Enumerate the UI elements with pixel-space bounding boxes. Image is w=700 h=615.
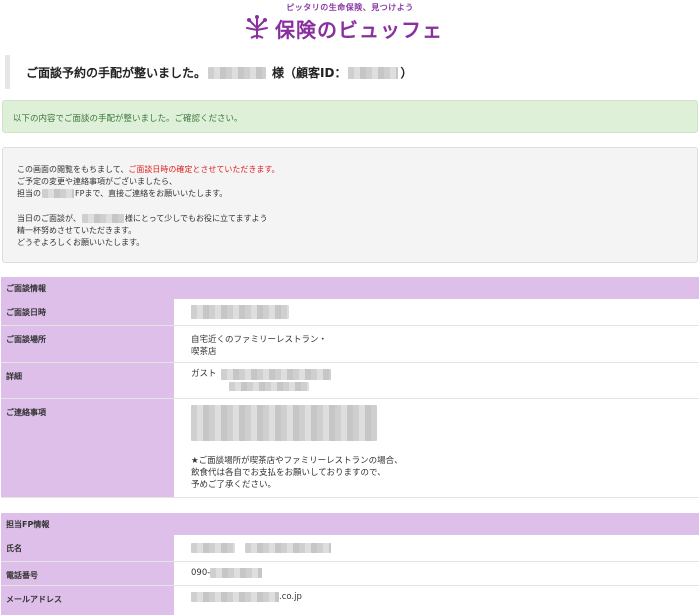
redacted-email: [191, 592, 279, 602]
detail-store-name: ガスト: [191, 369, 217, 379]
site-header: ピッタリの生命保険、見つけよう 保険のビュッフェ: [0, 0, 700, 46]
brand-tagline: ピッタリの生命保険、見つけよう: [286, 3, 414, 12]
message-text: この画面の閲覧をもちまして、: [17, 165, 129, 174]
redacted-phone: [210, 568, 263, 578]
row-label-text: 電話番号: [6, 571, 38, 580]
redacted-store-branch: [220, 368, 331, 380]
row-label-text: ご連絡事項: [6, 408, 46, 417]
row-label: メールアドレス: [1, 586, 175, 615]
fp-name-value: [191, 543, 331, 553]
contact-note-1: ★ご面談場所が喫茶店やファミリーレストランの場合、: [191, 456, 403, 466]
row-label: ご面談日時: [1, 299, 175, 325]
page-title-honorific: 様（顧客ID：: [272, 66, 347, 80]
page-title-text: ご面談予約の手配が整いました。: [26, 66, 207, 80]
redacted-customer-name: [208, 66, 267, 79]
email-suffix: .co.jp: [279, 592, 302, 602]
section-title: ご面談情報: [6, 284, 46, 293]
message-text: ご予定の変更や連絡事項がございましたら、: [17, 177, 177, 186]
meeting-contact-row: ご連絡事項 ★ご面談場所が喫茶店やファミリーレストランの場合、 飲食代は各自でお…: [1, 399, 699, 498]
place-line-1: 自宅近くのファミリーレストラン・: [191, 335, 328, 345]
row-label-text: ご面談場所: [6, 335, 46, 344]
message-line-4: 当日のご面談が、 様にとって少しでもお役に立てますよう: [17, 213, 268, 224]
row-label: ご面談場所: [1, 326, 175, 362]
fp-email-value[interactable]: .co.jp: [191, 592, 302, 602]
row-label: ご連絡事項: [1, 399, 175, 497]
fp-name-row: 氏名: [1, 535, 699, 562]
page-title-bar: ご面談予約の手配が整いました。 様（顧客ID： ）: [5, 55, 700, 89]
logo-flower-icon: [246, 15, 268, 39]
meeting-date-row: ご面談日時: [1, 299, 699, 326]
redacted-customer-name: [81, 214, 124, 223]
contact-note-2: 飲食代は各自でお支払をお願いしておりますので、: [191, 468, 386, 478]
message-text: 担当の: [17, 189, 41, 198]
redacted-fp-name: [42, 189, 74, 198]
message-highlight: ご面談日時の確定とさせていただきます。: [128, 165, 280, 174]
redacted-customer-id: [348, 66, 399, 79]
redacted-fp-name: [191, 543, 235, 553]
row-label-text: 詳細: [6, 372, 22, 381]
section-title: 担当FP情報: [6, 520, 50, 529]
redacted-fp-name-kana: [245, 543, 331, 553]
meeting-detail-value: ガスト: [191, 368, 331, 395]
row-label-text: ご面談日時: [6, 308, 46, 317]
detail-line-1: ガスト: [191, 368, 331, 380]
redacted-message: [191, 405, 377, 441]
meeting-info-header: ご面談情報: [1, 277, 699, 299]
redacted-address: [229, 382, 309, 391]
meeting-place-row: ご面談場所 自宅近くのファミリーレストラン・ 喫茶店: [1, 326, 699, 363]
confirmation-message: この画面の閲覧をもちまして、 ご面談日時の確定とさせていただきます。 ご予定の変更…: [2, 147, 698, 263]
brand-name: 保険のビュッフェ: [275, 17, 443, 42]
page-title: ご面談予約の手配が整いました。 様（顧客ID： ）: [26, 64, 412, 81]
contact-note-3: 予めご了承ください。: [191, 480, 277, 490]
message-text: FPまで、直接ご連絡をお願いいたします。: [75, 189, 228, 198]
meeting-place-value: 自宅近くのファミリーレストラン・ 喫茶店: [191, 334, 327, 358]
message-line-2: ご予定の変更や連絡事項がございましたら、: [17, 176, 177, 187]
message-line-3: 担当の FPまで、直接ご連絡をお願いいたします。: [17, 188, 227, 199]
message-text: 精一杯努めさせていただきます。: [17, 226, 137, 235]
success-notice-text: 以下の内容でご面談の手配が整いました。ご確認ください。: [13, 114, 243, 124]
row-label-text: メールアドレス: [6, 595, 62, 604]
meeting-date-value: [191, 305, 289, 322]
message-text: 当日のご面談が、: [17, 214, 81, 223]
detail-line-2: [191, 382, 331, 395]
phone-prefix: 090-: [191, 568, 211, 578]
row-label: 電話番号: [1, 562, 175, 585]
row-label: 氏名: [1, 535, 175, 561]
fp-phone-row: 電話番号 090-: [1, 562, 699, 586]
row-label-text: 氏名: [6, 544, 22, 553]
row-label: 詳細: [1, 363, 175, 398]
message-text: どうぞよろしくお願いいたします。: [17, 238, 145, 247]
place-line-2: 喫茶店: [191, 347, 217, 357]
brand-logo[interactable]: 保険のビュッフェ: [243, 13, 443, 43]
message-text: 様にとって少しでもお役に立てますよう: [124, 214, 268, 223]
success-notice: 以下の内容でご面談の手配が整いました。ご確認ください。: [2, 100, 698, 133]
fp-info-header: 担当FP情報: [1, 513, 699, 535]
redacted-date: [191, 305, 289, 319]
message-line-6: どうぞよろしくお願いいたします。: [17, 237, 144, 248]
meeting-detail-row: 詳細 ガスト: [1, 363, 699, 399]
contact-redacted-block: [191, 405, 403, 441]
message-line-1: この画面の閲覧をもちまして、 ご面談日時の確定とさせていただきます。: [17, 164, 280, 175]
message-line-5: 精一杯努めさせていただきます。: [17, 225, 136, 236]
page-title-suffix: ）: [400, 66, 413, 80]
meeting-contact-value: ★ご面談場所が喫茶店やファミリーレストランの場合、 飲食代は各自でお支払をお願い…: [191, 405, 403, 491]
fp-email-row: メールアドレス .co.jp: [1, 586, 699, 615]
fp-phone-value[interactable]: 090-: [191, 568, 263, 578]
